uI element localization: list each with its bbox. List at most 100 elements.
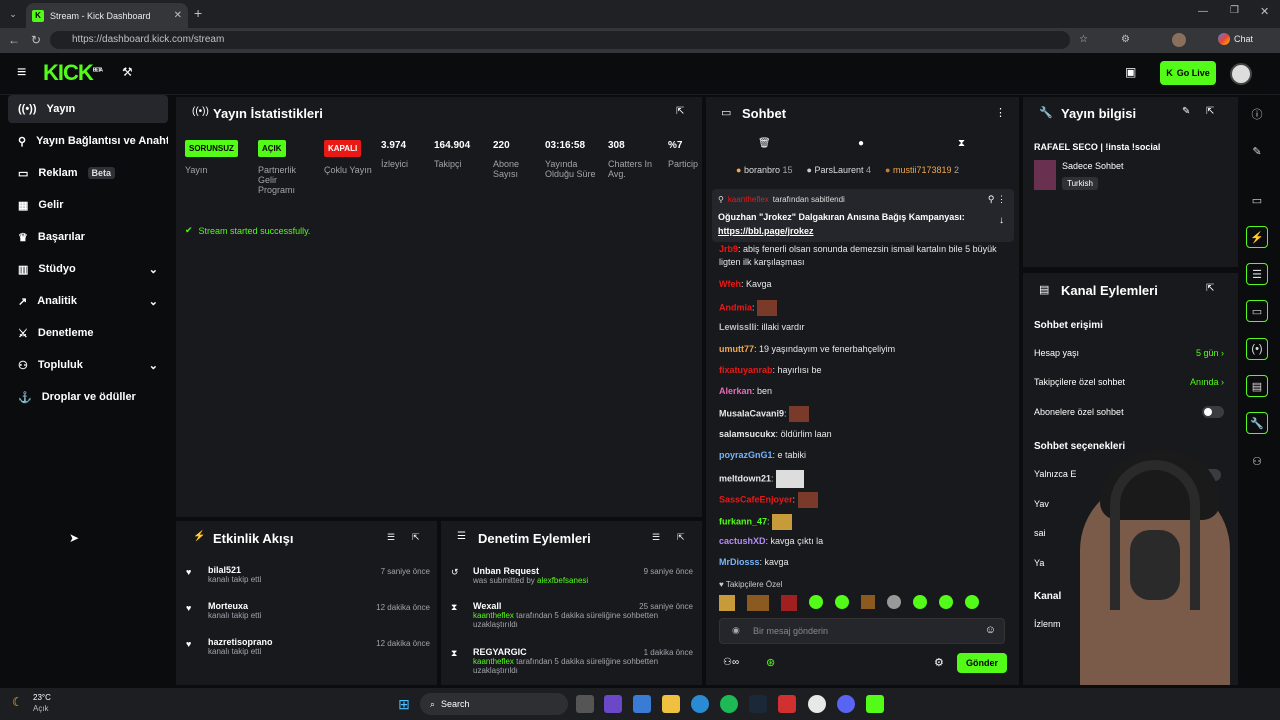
chat-button[interactable]: Chat [1218, 33, 1253, 45]
sidebar-item-studyo[interactable]: ▥ Stüdyo ⌄ [8, 255, 168, 283]
hourglass-icon[interactable]: ⧗ [958, 138, 965, 149]
bookmark-icon[interactable]: ☆ [1079, 34, 1088, 45]
maximize-icon[interactable]: ❐ [1230, 5, 1239, 16]
chat-username[interactable]: furkann_47 [719, 516, 767, 526]
sidebar-item-basarilar[interactable]: ♛ Başarılar [8, 223, 168, 251]
emoji-icon[interactable]: ☺ [985, 624, 996, 636]
chat-username[interactable]: Alerkan [719, 386, 752, 396]
sidebar-item-stream-key[interactable]: ⚲ Yayın Bağlantısı ve Anahtarı [8, 127, 168, 155]
sidebar-item-yayin[interactable]: ((•)) Yayın [8, 95, 168, 123]
close-window-icon[interactable]: ✕ [1260, 5, 1269, 18]
filter-icon[interactable]: ☰ [652, 532, 660, 543]
sidebar-item-topluluk[interactable]: ⚇ Topluluk ⌄ [8, 351, 168, 379]
panel-icon[interactable]: ▭ [1246, 189, 1268, 211]
emote-icon[interactable] [887, 595, 901, 609]
popout-icon[interactable]: ⇱ [412, 532, 420, 543]
chat-username[interactable]: SassCafeEnjoyer [719, 494, 793, 504]
store-icon[interactable] [633, 695, 651, 713]
chat-username[interactable]: MusalaCavani9 [719, 408, 784, 418]
settings-icon[interactable]: ⚙ [934, 656, 944, 669]
collapse-icon[interactable]: ↓ [999, 215, 1004, 226]
reload-icon[interactable]: ↻ [31, 33, 41, 47]
moderation-actor[interactable]: kaantheflex [473, 611, 514, 620]
subscribers-only-toggle[interactable] [1202, 406, 1224, 418]
discord-icon[interactable] [837, 695, 855, 713]
chat-icon[interactable]: ▭ [1246, 300, 1268, 322]
gifter[interactable]: ● mustii7173819 2 [885, 165, 959, 175]
chat-input[interactable]: ◉ Bir mesaj gönderin ☺ [719, 618, 1005, 644]
user-avatar[interactable] [1230, 63, 1252, 85]
info-icon[interactable]: ⓘ [1246, 103, 1268, 125]
windows-start-icon[interactable]: ⊞ [395, 695, 413, 713]
emote-icon[interactable] [719, 595, 735, 611]
sidebar-item-denetleme[interactable]: ⚔ Denetleme [8, 319, 168, 347]
extensions-icon[interactable]: ⚙ [1121, 34, 1130, 45]
emote-icon[interactable] [861, 595, 875, 609]
emote-icon[interactable] [913, 595, 927, 609]
chat-username[interactable]: umutt77 [719, 344, 754, 354]
taskbar-search[interactable]: ⌕ Search [420, 693, 568, 715]
pin-icon[interactable]: ⚲ ⋮ [988, 194, 1006, 205]
popout-icon[interactable]: ⇱ [677, 532, 685, 543]
minimize-icon[interactable]: — [1198, 6, 1208, 17]
url-field[interactable]: https://dashboard.kick.com/stream [50, 31, 1070, 49]
filter-icon[interactable]: ☰ [387, 532, 395, 543]
spotify-icon[interactable] [720, 695, 738, 713]
emote-icon[interactable] [781, 595, 797, 611]
emote-icon[interactable] [965, 595, 979, 609]
send-button[interactable]: Gönder [957, 653, 1007, 673]
chat-username[interactable]: Jrb9 [719, 244, 738, 254]
new-tab-icon[interactable]: + [194, 5, 202, 21]
broadcast-icon[interactable]: (•) [1246, 338, 1268, 360]
users-icon[interactable]: ⚇∞ [723, 657, 739, 668]
channel-icon[interactable]: ▤ [1246, 375, 1268, 397]
emote-icon[interactable] [809, 595, 823, 609]
emote-icon[interactable] [835, 595, 849, 609]
popout-icon[interactable]: ⇱ [1206, 106, 1214, 117]
emote-icon[interactable] [939, 595, 953, 609]
users-icon[interactable]: ⚇ [1246, 450, 1268, 472]
sidebar-item-droplar[interactable]: ⚓ Droplar ve ödüller [8, 383, 168, 411]
back-icon[interactable]: ← [8, 33, 20, 47]
kick-badge-icon[interactable]: ⊛ [766, 656, 775, 669]
chat-username[interactable]: MrDiosss [719, 557, 760, 567]
moderation-actor[interactable]: kaantheflex [473, 657, 514, 666]
go-live-button[interactable]: K Go Live [1160, 61, 1216, 85]
edge-icon[interactable] [691, 695, 709, 713]
kick-app-icon[interactable] [866, 695, 884, 713]
lightning-icon[interactable]: ⚡ [1246, 226, 1268, 248]
more-icon[interactable]: ⋮ [995, 106, 1006, 119]
chat-username[interactable]: salamsucukx [719, 429, 776, 439]
chat-username[interactable]: Wfeh [719, 279, 741, 289]
edit-icon[interactable]: ✎ [1246, 140, 1268, 162]
explorer-icon[interactable] [662, 695, 680, 713]
taskview-icon[interactable] [576, 695, 594, 713]
wrench-icon[interactable]: 🔧 [1246, 412, 1268, 434]
app-icon[interactable] [778, 695, 796, 713]
account-age-row[interactable]: Hesap yaşı 5 gün › [1034, 348, 1224, 358]
chat-username[interactable]: fixatuyanrab [719, 365, 773, 375]
list-icon[interactable]: ☰ [1246, 263, 1268, 285]
steam-icon[interactable] [749, 695, 767, 713]
store-icon[interactable]: ▣ [1125, 65, 1136, 79]
profile-avatar[interactable] [1172, 33, 1186, 47]
browser-tab[interactable]: K Stream - Kick Dashboard ✕ [26, 3, 188, 28]
copilot-icon[interactable] [604, 695, 622, 713]
gifter[interactable]: ● ParsLaurent 4 [807, 165, 872, 175]
chat-username[interactable]: cactushXD [719, 536, 766, 546]
moderation-actor[interactable]: alexfbefsanesi [537, 576, 588, 585]
weather-temp[interactable]: 23°C [33, 693, 51, 702]
close-tab-icon[interactable]: ✕ [174, 10, 182, 21]
tools-icon[interactable]: ⚒ [122, 65, 133, 79]
popout-icon[interactable]: ⇱ [676, 106, 684, 117]
sidebar-item-analitik[interactable]: ↗ Analitik ⌄ [8, 287, 168, 315]
menu-icon[interactable]: ≡ [17, 64, 26, 82]
chat-username[interactable]: Andmia [719, 302, 752, 312]
kick-logo[interactable]: KICKBETA [43, 60, 103, 86]
emote-icon[interactable] [747, 595, 769, 611]
gifter[interactable]: ● boranbro 15 [736, 165, 793, 175]
chat-username[interactable]: poyrazGnG1 [719, 450, 773, 460]
stream-category[interactable]: Sadece Sohbet [1062, 161, 1124, 171]
popout-icon[interactable]: ⇱ [1206, 283, 1214, 294]
pinned-link[interactable]: https://bbl.page/jrokez [718, 226, 814, 236]
